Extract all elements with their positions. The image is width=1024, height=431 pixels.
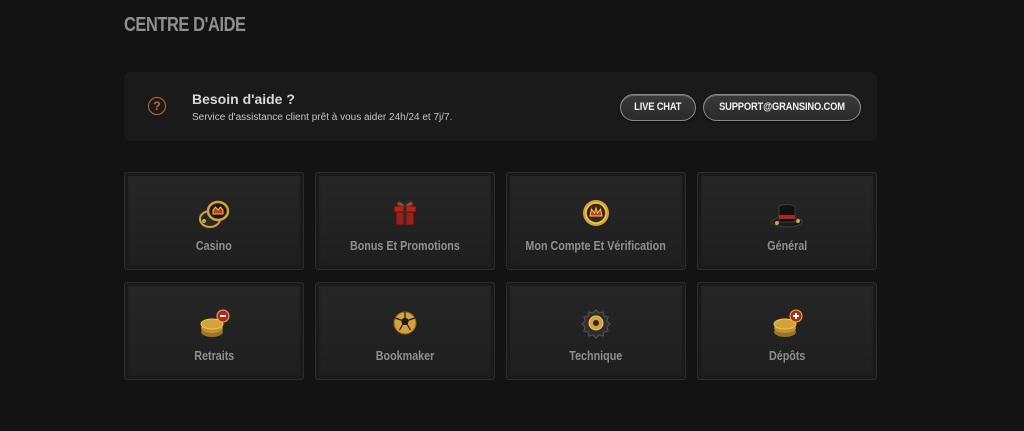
help-banner: ? Besoin d'aide ? Service d'assistance c… (124, 72, 877, 141)
category-label: Retraits (193, 349, 235, 363)
category-card-casino[interactable]: Casino (124, 172, 304, 270)
category-card-bonus[interactable]: Bonus Et Promotions (315, 172, 495, 270)
category-label: Bookmaker (375, 349, 435, 363)
category-label: Technique (569, 349, 623, 363)
category-card-deposits[interactable]: Dépôts (697, 282, 877, 380)
gear-icon (581, 309, 611, 339)
category-card-bookmaker[interactable]: Bookmaker (315, 282, 495, 380)
coin-stack-minus-icon (200, 309, 230, 337)
help-subtitle: Service d'assistance client prêt à vous … (192, 112, 453, 123)
category-card-account[interactable]: Mon Compte Et Vérification (506, 172, 686, 270)
category-card-technical[interactable]: Technique (506, 282, 686, 380)
help-center-page: CENTRE D'AIDE ? Besoin d'aide ? Service … (0, 0, 1024, 431)
live-chat-button[interactable]: LIVE CHAT (620, 94, 696, 121)
question-circle-icon: ? (148, 97, 166, 115)
coin-stack-plus-icon (773, 309, 803, 337)
category-card-withdrawals[interactable]: Retraits (124, 282, 304, 380)
category-label: Bonus Et Promotions (350, 239, 460, 253)
football-icon (393, 311, 417, 335)
page-title: CENTRE D'AIDE (124, 14, 246, 36)
top-hat-icon (771, 204, 803, 228)
support-email-button[interactable]: SUPPORT@GRANSINO.COM (703, 94, 861, 121)
category-label: Casino (196, 239, 232, 253)
category-card-general[interactable]: Général (697, 172, 877, 270)
gift-box-icon (393, 201, 417, 226)
gold-coin-crown-icon (583, 200, 609, 226)
live-chat-label: LIVE CHAT (634, 101, 682, 113)
category-label: Mon Compte Et Vérification (525, 239, 667, 253)
category-label: Général (766, 239, 808, 253)
support-email-label: SUPPORT@GRANSINO.COM (719, 101, 845, 113)
casino-chips-icon (199, 200, 230, 228)
help-title: Besoin d'aide ? (192, 91, 295, 107)
category-label: Dépôts (768, 349, 806, 363)
